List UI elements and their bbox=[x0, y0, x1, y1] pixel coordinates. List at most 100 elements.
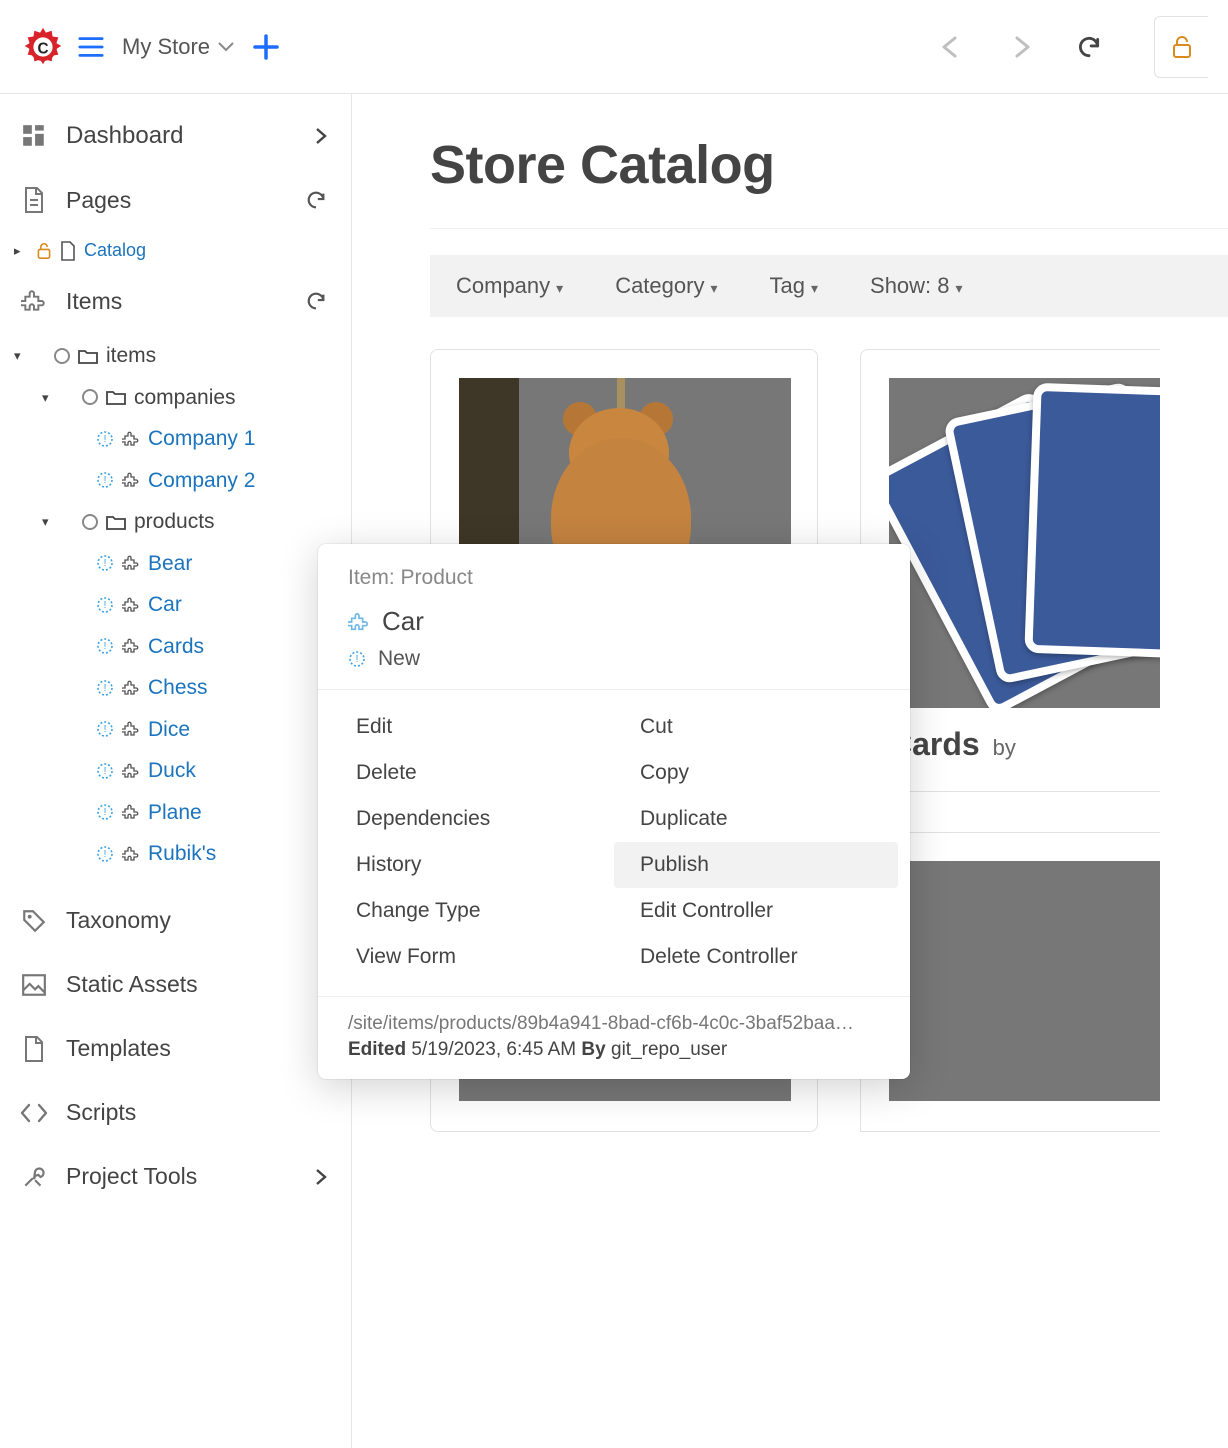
svg-text:C: C bbox=[37, 40, 48, 57]
nav-templates[interactable]: Templates bbox=[0, 1017, 351, 1081]
ctx-delete[interactable]: Delete bbox=[330, 750, 614, 796]
refresh-icon[interactable] bbox=[305, 290, 327, 312]
tools-icon bbox=[20, 1163, 48, 1191]
nav-project-tools[interactable]: Project Tools bbox=[0, 1145, 351, 1209]
caret-icon[interactable]: ▸ bbox=[14, 241, 28, 261]
tree-folder-products[interactable]: ▾ products bbox=[0, 501, 351, 543]
caret-down-icon[interactable]: ▾ bbox=[14, 346, 28, 366]
ctx-copy[interactable]: Copy bbox=[614, 750, 898, 796]
chevron-right-icon bbox=[315, 127, 327, 145]
svg-text:!: ! bbox=[104, 434, 107, 445]
caret-down-icon[interactable]: ▾ bbox=[42, 512, 56, 532]
tree-item-product[interactable]: ! Rubik's bbox=[0, 833, 351, 875]
status-new-icon: ! bbox=[96, 679, 114, 697]
nav-label: Taxonomy bbox=[66, 907, 327, 934]
caret-down-icon[interactable]: ▾ bbox=[42, 388, 56, 408]
tree-item-product[interactable]: ! Car bbox=[0, 584, 351, 626]
puzzle-icon bbox=[122, 679, 140, 697]
status-new-icon: ! bbox=[96, 637, 114, 655]
tree-label: Rubik's bbox=[148, 838, 216, 870]
document-icon bbox=[20, 186, 48, 214]
menu-icon[interactable] bbox=[78, 34, 104, 60]
app-logo: C bbox=[20, 24, 66, 70]
nav-back-icon[interactable] bbox=[940, 36, 966, 58]
ctx-history[interactable]: History bbox=[330, 842, 614, 888]
nav-dashboard[interactable]: Dashboard bbox=[0, 104, 351, 168]
ctx-change-type[interactable]: Change Type bbox=[330, 888, 614, 934]
nav-forward-icon[interactable] bbox=[1008, 36, 1034, 58]
context-menu-status: ! New bbox=[318, 639, 910, 689]
puzzle-icon bbox=[122, 803, 140, 821]
svg-text:!: ! bbox=[104, 807, 107, 818]
nav-taxonomy[interactable]: Taxonomy bbox=[0, 889, 351, 953]
reload-icon[interactable] bbox=[1076, 34, 1102, 60]
page-icon bbox=[60, 241, 76, 261]
tree-label: companies bbox=[134, 382, 236, 414]
new-button[interactable] bbox=[252, 33, 280, 61]
puzzle-icon bbox=[122, 596, 140, 614]
folder-icon bbox=[106, 389, 126, 405]
tree-item-product[interactable]: ! Cards bbox=[0, 626, 351, 668]
item-context-menu: Item: Product Car ! New Edit Delete Depe… bbox=[318, 544, 910, 1079]
page-title: Store Catalog bbox=[430, 134, 1228, 196]
status-circle-icon bbox=[54, 348, 70, 364]
caret-down-icon bbox=[554, 273, 563, 299]
store-selector[interactable]: My Store bbox=[116, 34, 240, 60]
puzzle-icon bbox=[122, 720, 140, 738]
puzzle-icon bbox=[348, 611, 370, 633]
page-catalog[interactable]: ▸ Catalog bbox=[0, 232, 351, 269]
item-path: /site/items/products/89b4a941-8bad-cf6b-… bbox=[348, 1013, 880, 1035]
nav-items[interactable]: Items bbox=[0, 269, 351, 333]
status-new-icon: ! bbox=[96, 430, 114, 448]
tree-item-product[interactable]: ! Chess bbox=[0, 667, 351, 709]
svg-text:!: ! bbox=[104, 641, 107, 652]
ctx-cut[interactable]: Cut bbox=[614, 704, 898, 750]
filter-category[interactable]: Category bbox=[615, 273, 717, 299]
tree-label: Car bbox=[148, 589, 182, 621]
ctx-delete-controller[interactable]: Delete Controller bbox=[614, 934, 898, 980]
tree-label: items bbox=[106, 340, 156, 372]
tree-item-company[interactable]: ! Company 1 bbox=[0, 418, 351, 460]
status-new-icon: ! bbox=[96, 554, 114, 572]
tree-item-product[interactable]: ! Dice bbox=[0, 709, 351, 751]
puzzle-icon bbox=[122, 554, 140, 572]
status-new-icon: ! bbox=[96, 762, 114, 780]
filter-company[interactable]: Company bbox=[456, 273, 563, 299]
product-image bbox=[889, 378, 1160, 708]
ctx-edit[interactable]: Edit bbox=[330, 704, 614, 750]
tree-item-company[interactable]: ! Company 2 bbox=[0, 460, 351, 502]
address-bar-lock[interactable] bbox=[1154, 16, 1208, 78]
filter-show-count[interactable]: Show: 8 bbox=[870, 273, 963, 299]
status-label: New bbox=[378, 647, 420, 671]
svg-text:!: ! bbox=[104, 475, 107, 486]
tree-item-product[interactable]: ! Plane bbox=[0, 792, 351, 834]
header-nav-actions bbox=[940, 34, 1112, 60]
svg-text:!: ! bbox=[104, 849, 107, 860]
ctx-edit-controller[interactable]: Edit Controller bbox=[614, 888, 898, 934]
nav-static-assets[interactable]: Static Assets bbox=[0, 953, 351, 1017]
tree-folder-companies[interactable]: ▾ companies bbox=[0, 377, 351, 419]
tree-item-product[interactable]: ! Duck bbox=[0, 750, 351, 792]
image-icon bbox=[20, 971, 48, 999]
ctx-dependencies[interactable]: Dependencies bbox=[330, 796, 614, 842]
folder-icon bbox=[106, 514, 126, 530]
caret-down-icon bbox=[954, 273, 963, 299]
nav-scripts[interactable]: Scripts bbox=[0, 1081, 351, 1145]
nav-pages[interactable]: Pages bbox=[0, 168, 351, 232]
ctx-view-form[interactable]: View Form bbox=[330, 934, 614, 980]
product-card-title: Cards by bbox=[889, 726, 1160, 763]
context-menu-item-name: Car bbox=[382, 606, 424, 637]
svg-text:!: ! bbox=[104, 766, 107, 777]
tree-item-product[interactable]: ! Bear bbox=[0, 543, 351, 585]
byline: by bbox=[993, 735, 1016, 760]
tree-folder-items[interactable]: ▾ items bbox=[0, 335, 351, 377]
nav-label: Dashboard bbox=[66, 122, 297, 150]
filter-tag[interactable]: Tag bbox=[770, 273, 819, 299]
ctx-publish[interactable]: Publish bbox=[614, 842, 898, 888]
ctx-duplicate[interactable]: Duplicate bbox=[614, 796, 898, 842]
status-circle-icon bbox=[82, 389, 98, 405]
items-tree: ▾ items ▾ companies ! Company 1 ! bbox=[0, 333, 351, 889]
refresh-icon[interactable] bbox=[305, 189, 327, 211]
nav-label: Scripts bbox=[66, 1099, 327, 1126]
puzzle-icon bbox=[122, 637, 140, 655]
